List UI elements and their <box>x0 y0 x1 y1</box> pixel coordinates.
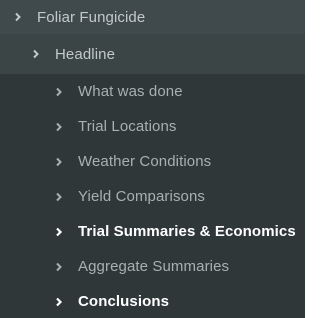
nav-item-label: Aggregate Summaries <box>78 258 230 275</box>
nav-item-trial-summaries-economics[interactable]: Trial Summaries & Economics <box>0 214 305 249</box>
nav-item-headline[interactable]: Headline <box>0 34 305 74</box>
nav-item-label: Yield Comparisons <box>78 188 206 205</box>
chevron-right-icon <box>54 119 64 135</box>
chevron-right-icon <box>54 84 64 100</box>
nav-item-label: What was done <box>78 83 183 100</box>
nav-item-foliar-fungicide[interactable]: Foliar Fungicide <box>0 0 305 34</box>
nav-item-conclusions[interactable]: Conclusions <box>0 284 305 318</box>
nav-item-yield-comparisons[interactable]: Yield Comparisons <box>0 179 305 214</box>
nav-item-trial-locations[interactable]: Trial Locations <box>0 109 305 144</box>
chevron-right-icon <box>54 259 64 275</box>
chevron-right-icon <box>54 154 64 170</box>
nav-item-aggregate-summaries[interactable]: Aggregate Summaries <box>0 249 305 284</box>
nav-item-label: Trial Locations <box>78 118 177 135</box>
nav-item-what-was-done[interactable]: What was done <box>0 74 305 109</box>
nav-item-weather-conditions[interactable]: Weather Conditions <box>0 144 305 179</box>
sidebar-nav: Foliar Fungicide Headline What was done … <box>0 0 305 318</box>
chevron-right-icon <box>54 294 64 310</box>
nav-item-label: Trial Summaries & Economics <box>78 223 296 240</box>
chevron-right-icon <box>13 9 23 25</box>
chevron-right-icon <box>54 224 64 240</box>
chevron-right-icon <box>31 46 41 62</box>
nav-item-label: Conclusions <box>78 293 170 310</box>
nav-item-label: Headline <box>55 45 116 63</box>
chevron-right-icon <box>54 189 64 205</box>
nav-item-label: Foliar Fungicide <box>37 8 146 26</box>
nav-item-label: Weather Conditions <box>78 153 212 170</box>
